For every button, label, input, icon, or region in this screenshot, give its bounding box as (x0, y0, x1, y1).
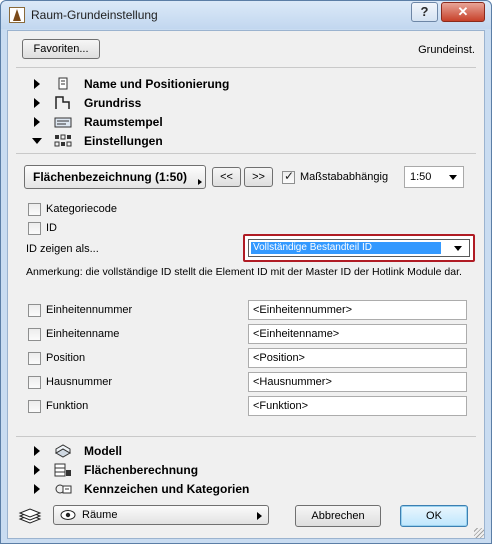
popup-corner-icon (198, 179, 202, 185)
settings-grid-icon (54, 134, 72, 147)
unit-name-label: Einheitenname (46, 328, 120, 340)
function-label: Funktion (46, 400, 89, 412)
views-popup-label: Räume (82, 509, 118, 521)
layers-stack-icon (18, 508, 42, 524)
area-calculation-icon (54, 463, 71, 477)
section-label: Grundriss (84, 96, 142, 110)
category-code-label: Kategoriecode (46, 203, 117, 215)
next-button[interactable]: >> (244, 167, 273, 187)
divider (16, 436, 476, 437)
id-note-text: Anmerkung: die vollständige ID stellt di… (26, 266, 462, 278)
section-label: Name und Positionierung (84, 77, 230, 91)
section-id-categories[interactable]: Kennzeichen und Kategorien (16, 480, 476, 499)
unit-number-checkbox[interactable] (28, 304, 41, 317)
settings-name-label: Grundeinst. (418, 44, 475, 56)
function-input[interactable]: <Funktion> (248, 396, 467, 416)
scale-dependent-label: Maßstababhängig (300, 171, 389, 183)
section-label: Kennzeichen und Kategorien (84, 482, 250, 496)
id-checkbox[interactable] (28, 222, 41, 235)
section-label: Flächenberechnung (84, 463, 199, 477)
id-label: ID (46, 222, 57, 234)
category-code-checkbox[interactable] (28, 203, 41, 216)
unit-name-input[interactable]: <Einheitenname> (248, 324, 467, 344)
unit-number-input[interactable]: <Einheitennummer> (248, 300, 467, 320)
expand-arrow-icon[interactable] (34, 446, 40, 456)
position-input[interactable]: <Position> (248, 348, 467, 368)
chevron-down-icon (449, 175, 457, 180)
eye-icon (60, 510, 76, 520)
house-number-input[interactable]: <Hausnummer> (248, 372, 467, 392)
chevron-down-icon (454, 246, 462, 251)
help-button[interactable]: ? (411, 2, 438, 22)
house-number-label: Hausnummer (46, 376, 113, 388)
chevron-right-icon (257, 512, 262, 520)
section-area-calculation[interactable]: Flächenberechnung (16, 461, 476, 480)
zone-stamp-icon (54, 117, 72, 128)
section-settings[interactable]: Einstellungen (16, 132, 476, 151)
model-3d-icon (54, 444, 72, 458)
favorites-button[interactable]: Favoriten... (22, 39, 100, 59)
name-tag-icon (58, 77, 68, 90)
divider (16, 153, 476, 154)
area-label-style-text: Flächenbezeichnung (1:50) (33, 170, 188, 184)
expand-arrow-icon[interactable] (34, 79, 40, 89)
title-bar[interactable]: Raum-Grundeinstellung ? ✕ (1, 1, 491, 29)
resize-grip[interactable] (474, 528, 484, 538)
show-id-as-select[interactable]: Vollständige Bestandteil ID (248, 239, 470, 257)
dialog-window: Raum-Grundeinstellung ? ✕ Favoriten... G… (0, 0, 492, 544)
section-model[interactable]: Modell (16, 442, 476, 461)
section-name-positioning[interactable]: Name und Positionierung (16, 75, 476, 94)
previous-button[interactable]: << (212, 167, 241, 187)
show-id-as-value: Vollständige Bestandteil ID (251, 242, 441, 254)
divider (16, 67, 476, 68)
scale-select[interactable]: 1:50 (404, 166, 464, 188)
id-categories-icon (55, 484, 72, 494)
scale-dependent-checkbox[interactable] (282, 169, 295, 184)
expand-arrow-icon[interactable] (34, 117, 40, 127)
show-id-as-label: ID zeigen als... (26, 243, 99, 255)
show-id-as-focus-frame: Vollständige Bestandteil ID (243, 234, 475, 262)
views-popup-button[interactable]: Räume (53, 505, 269, 525)
cancel-button[interactable]: Abbrechen (295, 505, 381, 527)
window-title: Raum-Grundeinstellung (31, 8, 158, 22)
position-checkbox[interactable] (28, 352, 41, 365)
expand-arrow-icon[interactable] (34, 98, 40, 108)
function-checkbox[interactable] (28, 400, 41, 413)
unit-number-label: Einheitennummer (46, 304, 133, 316)
section-label: Raumstempel (84, 115, 163, 129)
unit-name-checkbox[interactable] (28, 328, 41, 341)
expand-arrow-icon[interactable] (34, 465, 40, 475)
ok-button[interactable]: OK (400, 505, 468, 527)
collapse-arrow-icon[interactable] (32, 138, 42, 144)
close-button[interactable]: ✕ (441, 2, 485, 22)
expand-arrow-icon[interactable] (34, 484, 40, 494)
section-zone-stamp[interactable]: Raumstempel (16, 113, 476, 132)
house-number-checkbox[interactable] (28, 376, 41, 389)
section-label: Einstellungen (84, 134, 163, 148)
section-floor-plan[interactable]: Grundriss (16, 94, 476, 113)
floor-plan-icon (55, 96, 70, 109)
position-label: Position (46, 352, 86, 364)
area-label-style-button[interactable]: Flächenbezeichnung (1:50) (24, 165, 206, 189)
dialog-body: Favoriten... Grundeinst. Name und Positi… (7, 30, 485, 539)
scale-select-value: 1:50 (410, 171, 432, 183)
section-label: Modell (84, 444, 122, 458)
archicad-app-icon (9, 7, 25, 23)
